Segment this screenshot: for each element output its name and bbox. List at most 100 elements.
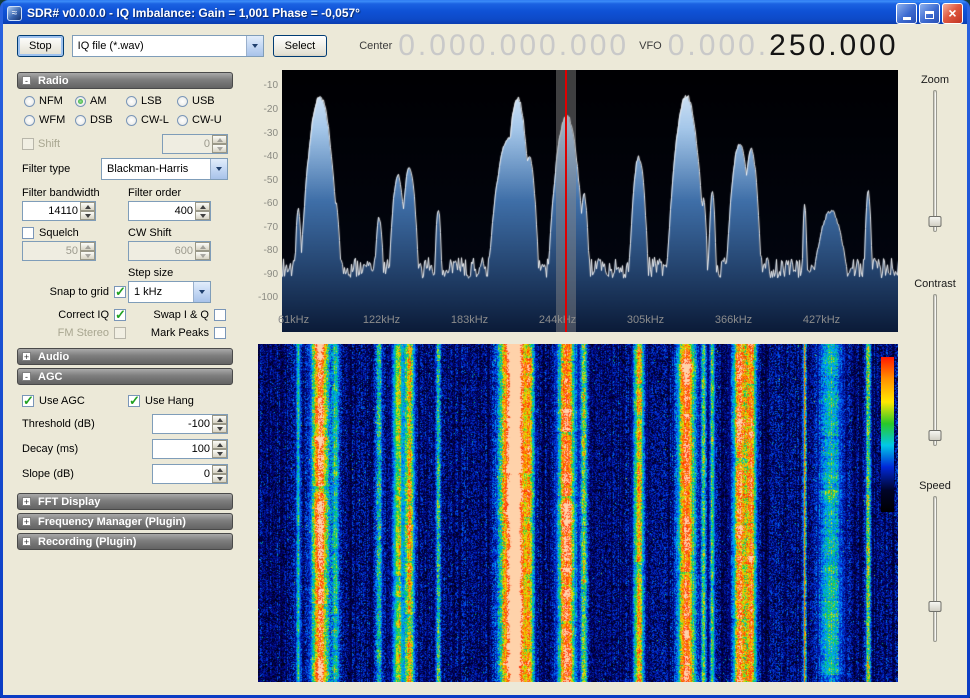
spinner-down-icon[interactable] — [212, 424, 227, 433]
spinner-up-icon[interactable] — [195, 202, 210, 211]
spectrum-panel: -10 -20 -30 -40 -50 -60 -70 -80 -90 -100 61kHz 122… — [258, 70, 904, 332]
spinner-down-icon[interactable] — [212, 474, 227, 483]
use-agc-checkbox[interactable]: Use AGC — [22, 393, 128, 409]
filter-order-input[interactable]: 400 — [128, 201, 211, 221]
step-size-select[interactable]: 1 kHz — [128, 281, 211, 303]
vfo-frequency-display[interactable]: 0.000.250.000 — [668, 29, 899, 63]
decay-input[interactable]: 100 — [152, 439, 228, 459]
frequency-axis-label: 427kHz — [802, 314, 841, 326]
close-button[interactable]: × — [942, 2, 963, 24]
speed-slider-label: Speed — [919, 480, 951, 492]
vfo-label: VFO — [639, 40, 662, 52]
frequency-axis-label: 183kHz — [450, 314, 489, 326]
spinner-up-icon — [212, 135, 227, 144]
spinner-up-icon[interactable] — [212, 440, 227, 449]
spectrum-canvas[interactable] — [282, 70, 898, 332]
waterfall-canvas[interactable] — [258, 344, 898, 682]
frequency-axis-label: 305kHz — [626, 314, 665, 326]
waterfall-color-legend — [881, 357, 894, 512]
stop-button[interactable]: Stop — [17, 35, 64, 57]
tuning-center-line[interactable] — [565, 70, 568, 332]
app-icon: ≈ — [7, 5, 22, 21]
shift-checkbox[interactable]: Shift — [22, 138, 60, 150]
panel-title: Radio — [38, 74, 69, 87]
radio-mode-am[interactable]: AM — [75, 95, 126, 107]
spinner-down-icon — [195, 251, 210, 260]
panel-radio: - Radio NFM AM LSB USB WFM DSB CW-L CW-U — [17, 72, 233, 345]
radio-mode-cwl[interactable]: CW-L — [126, 114, 177, 126]
expand-icon[interactable]: + — [22, 352, 31, 362]
radio-mode-usb[interactable]: USB — [177, 95, 228, 107]
cw-shift-input: 600 — [128, 241, 211, 261]
use-hang-checkbox[interactable]: Use Hang — [128, 393, 228, 409]
zoom-slider-label: Zoom — [920, 74, 950, 86]
spinner-down-icon[interactable] — [195, 211, 210, 220]
filter-bandwidth-input[interactable]: 14110 — [22, 201, 96, 221]
expand-icon[interactable]: + — [22, 497, 31, 507]
minimize-icon — [902, 17, 911, 20]
spinner-up-icon[interactable] — [80, 202, 95, 211]
collapse-icon[interactable]: - — [22, 372, 31, 382]
radio-mode-cwu[interactable]: CW-U — [177, 114, 228, 126]
panel-header-agc[interactable]: - AGC — [17, 368, 233, 385]
spinner-down-icon[interactable] — [212, 449, 227, 458]
frequency-axis-label: 61kHz — [277, 314, 310, 326]
panel-title: AGC — [38, 370, 63, 383]
demodulation-mode-selector: NFM AM LSB USB WFM DSB CW-L CW-U — [20, 93, 230, 130]
panel-header-frequency-manager[interactable]: + Frequency Manager (Plugin) — [17, 513, 233, 530]
db-axis: -10 -20 -30 -40 -50 -60 -70 -80 -90 -100 — [258, 70, 280, 310]
db-axis-label: -10 — [263, 80, 278, 92]
source-select[interactable]: IQ file (*.wav) — [71, 35, 264, 57]
panel-header-fft-display[interactable]: + FFT Display — [17, 493, 233, 510]
collapse-icon[interactable]: - — [22, 76, 31, 86]
maximize-button[interactable] — [919, 2, 940, 24]
threshold-input[interactable]: -100 — [152, 414, 228, 434]
squelch-checkbox[interactable]: Squelch — [22, 227, 128, 239]
contrast-slider[interactable] — [928, 294, 942, 446]
slope-input[interactable]: 0 — [152, 464, 228, 484]
title-bar[interactable]: ≈ SDR# v0.0.0.0 - IQ Imbalance: Gain = 1… — [3, 0, 967, 24]
panel-header-audio[interactable]: + Audio — [17, 348, 233, 365]
speed-slider[interactable] — [928, 496, 942, 642]
contrast-slider-label: Contrast — [914, 278, 956, 290]
chevron-down-icon[interactable] — [210, 159, 227, 179]
speed-slider-thumb[interactable] — [928, 600, 942, 612]
db-axis-label: -70 — [263, 221, 278, 233]
radio-mode-nfm[interactable]: NFM — [24, 95, 75, 107]
fm-stereo-checkbox: FM Stereo — [22, 327, 128, 339]
db-axis-label: -50 — [263, 174, 278, 186]
spinner-down-icon[interactable] — [80, 211, 95, 220]
spinner-up-icon[interactable] — [212, 465, 227, 474]
chevron-down-icon[interactable] — [193, 282, 210, 302]
threshold-label: Threshold (dB) — [22, 418, 95, 430]
panel-title: Frequency Manager (Plugin) — [38, 515, 186, 528]
mark-peaks-checkbox[interactable]: Mark Peaks — [128, 327, 228, 339]
zoom-slider-thumb[interactable] — [928, 216, 942, 228]
radio-mode-lsb[interactable]: LSB — [126, 95, 177, 107]
correct-iq-checkbox[interactable]: Correct IQ — [22, 307, 128, 323]
expand-icon[interactable]: + — [22, 537, 31, 547]
shift-input: 0 — [162, 134, 228, 154]
panel-title: Audio — [38, 350, 70, 363]
select-button[interactable]: Select — [272, 35, 328, 57]
radio-mode-wfm[interactable]: WFM — [24, 114, 75, 126]
display-sliders: Zoom Contrast Speed — [907, 70, 963, 690]
cw-shift-label: CW Shift — [128, 227, 172, 239]
snap-to-grid-checkbox[interactable]: Snap to grid — [22, 284, 128, 300]
minimize-button[interactable] — [896, 2, 917, 24]
db-axis-label: -40 — [263, 151, 278, 163]
panel-header-recording[interactable]: + Recording (Plugin) — [17, 533, 233, 550]
contrast-slider-thumb[interactable] — [928, 429, 942, 441]
chevron-down-icon[interactable] — [245, 36, 263, 56]
filter-type-label: Filter type — [22, 163, 71, 175]
swap-iq-checkbox[interactable]: Swap I & Q — [128, 309, 228, 321]
control-panel: - Radio NFM AM LSB USB WFM DSB CW-L CW-U — [17, 72, 233, 550]
db-axis-label: -80 — [263, 245, 278, 257]
db-axis-label: -30 — [263, 127, 278, 139]
spinner-up-icon[interactable] — [212, 415, 227, 424]
panel-header-radio[interactable]: - Radio — [17, 72, 233, 89]
radio-mode-dsb[interactable]: DSB — [75, 114, 126, 126]
expand-icon[interactable]: + — [22, 517, 31, 527]
filter-type-select[interactable]: Blackman-Harris — [101, 158, 228, 180]
zoom-slider[interactable] — [928, 90, 942, 232]
